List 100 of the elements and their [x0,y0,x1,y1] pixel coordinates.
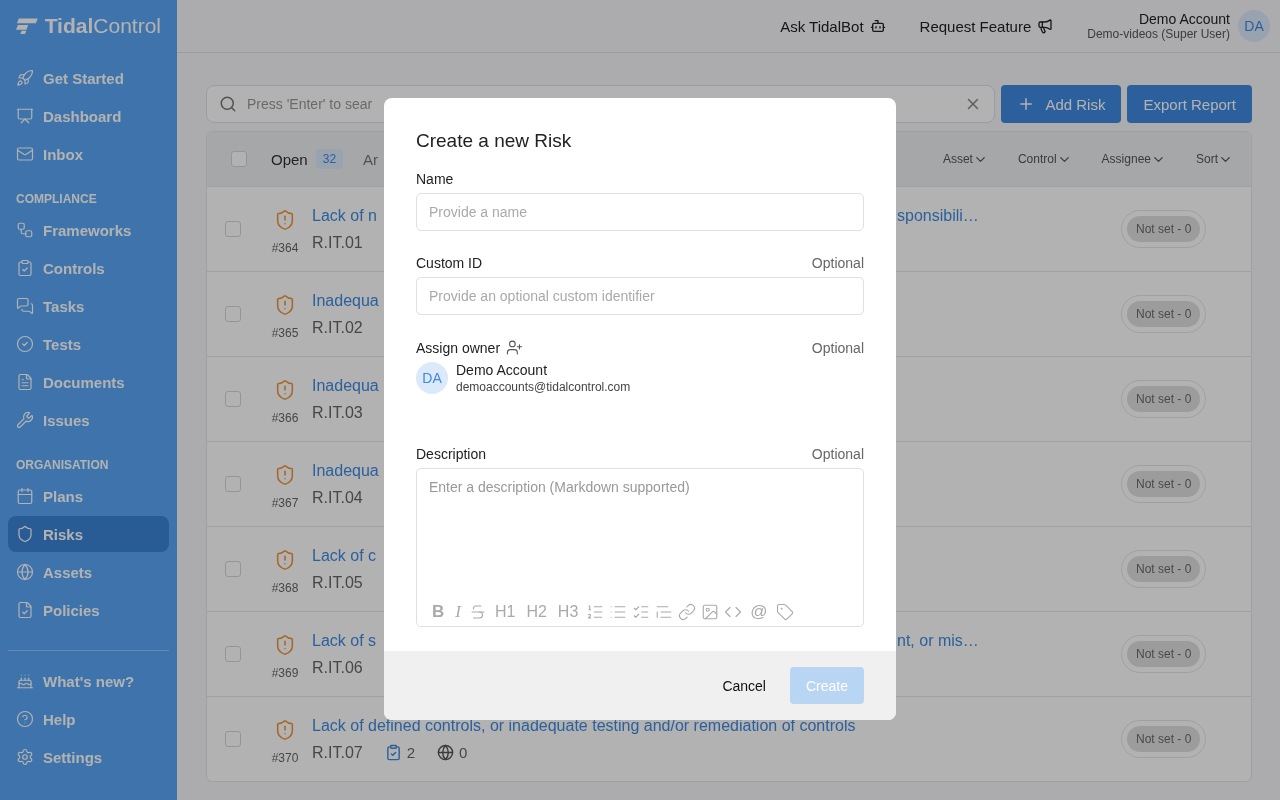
filter-tab[interactable]: Ar [363,150,379,168]
image-icon[interactable] [701,603,720,621]
filter-dropdown[interactable]: Sort [1196,151,1233,167]
risk-title[interactable]: Inadequa [312,461,385,480]
risk-title[interactable]: Inadequa [312,376,385,395]
checkbox[interactable] [225,221,241,237]
checkbox[interactable] [225,391,241,407]
status-pill[interactable]: Not set - 0 [1127,386,1201,412]
risk-title[interactable]: sponsibili… [897,206,1121,225]
globe-icon [437,744,455,761]
dialog-title: Create a new Risk [416,130,573,152]
workflow-icon [16,221,34,239]
mention-tool[interactable]: @ [747,602,771,622]
nav-item[interactable]: Policies [8,592,169,628]
section-heading: ORGANISATION [15,457,110,474]
heading-tool[interactable]: H3 [554,603,582,621]
field-label: Name [416,171,454,187]
risk-title[interactable]: Inadequa [312,291,385,310]
risk-number: #366 [271,411,299,425]
risk-number: #370 [271,751,299,765]
filter-dropdown[interactable]: Assignee [1101,151,1166,167]
custom-id-field[interactable]: Provide an optional custom identifier [416,277,864,315]
shield-icon [16,525,34,543]
bullet-list-icon[interactable] [609,603,628,621]
top-link[interactable]: Ask TidalBot [780,17,886,35]
shield-alert-icon [274,719,296,741]
bold-tool[interactable]: B [429,602,448,622]
nav-item[interactable]: Tasks [8,288,169,324]
presentation-icon [16,107,34,125]
nav-item[interactable]: Controls [8,250,169,286]
checkbox[interactable] [225,731,241,747]
search-icon [219,95,237,113]
mail-icon [16,145,34,163]
risk-title[interactable]: Lack of n [312,206,385,225]
description-editor[interactable]: Enter a description (Markdown supported) B I H1 H2 H3 @ [416,468,864,627]
risk-title[interactable]: Lack of s [312,631,385,650]
heading-tool[interactable]: H1 [491,603,519,621]
risk-title[interactable]: Lack of defined controls, or inadequate testing and/or remediation of controls [312,716,1121,735]
risk-number: #365 [271,326,299,340]
risk-title[interactable]: nt, or mis… [897,631,1121,650]
search-input[interactable]: Press 'Enter' to sear [245,95,957,113]
nav-item[interactable]: Risks [8,516,169,552]
nav-item[interactable]: What's new? [8,663,169,699]
status-pill[interactable]: Not set - 0 [1127,301,1201,327]
nav-item[interactable]: Get Started [8,60,169,96]
status-pill[interactable]: Not set - 0 [1127,471,1201,497]
checkbox[interactable] [231,151,247,167]
checkbox[interactable] [225,561,241,577]
calendar-icon [16,487,34,505]
shield-alert-icon [274,634,296,656]
owner-email: demoaccounts@tidalcontrol.com [456,380,631,394]
export-report-button[interactable]: Export Report [1127,85,1252,123]
optional-hint: Optional [811,339,864,356]
nav-item[interactable]: Assets [8,554,169,590]
quote-icon[interactable] [655,603,674,621]
task-list-icon[interactable] [632,603,651,621]
name-field[interactable]: Provide a name [416,193,864,231]
cake-icon [16,672,34,690]
status-pill[interactable]: Not set - 0 [1127,641,1201,667]
nav-item[interactable]: Frameworks [8,212,169,248]
top-link[interactable]: Request Feature [919,17,1054,35]
status-pill[interactable]: Not set - 0 [1127,556,1201,582]
risk-code: R.IT.04 [312,488,363,507]
user-plus-icon[interactable] [506,339,524,356]
owner-avatar: DA [416,362,448,394]
nav-item[interactable]: Tests [8,326,169,362]
robot-icon [869,18,886,34]
heading-tool[interactable]: H2 [523,603,550,621]
risk-number: #368 [271,581,299,595]
nav-item[interactable]: Settings [8,739,169,775]
user-avatar[interactable]: DA [1238,10,1270,42]
status-pill[interactable]: Not set - 0 [1127,726,1201,752]
nav-item[interactable]: Help [8,701,169,737]
link-icon[interactable] [678,603,697,621]
tag-icon[interactable] [775,603,794,621]
add-risk-button[interactable]: Add Risk [1001,85,1122,123]
filter-dropdown[interactable]: Asset [942,151,988,167]
user-name: Demo Account [1138,11,1230,27]
field-label: Assign owner [416,339,501,356]
filter-dropdown[interactable]: Control [1017,151,1072,167]
risk-code: R.IT.07 [312,743,363,762]
nav-item[interactable]: Inbox [8,136,169,172]
ordered-list-icon[interactable] [586,603,605,621]
risk-title[interactable]: Lack of c [312,546,385,565]
risk-number: #367 [271,496,299,510]
document-icon [16,373,34,391]
section-heading: COMPLIANCE [15,191,98,208]
status-pill[interactable]: Not set - 0 [1127,216,1201,242]
nav-item[interactable]: Issues [8,402,169,438]
chat-icon [16,297,34,315]
nav-item[interactable]: Documents [8,364,169,400]
globe-icon [16,563,34,581]
filter-tab[interactable]: Open 32 [271,149,344,169]
italic-tool[interactable]: I [452,602,464,622]
checkbox[interactable] [225,306,241,322]
nav-item[interactable]: Dashboard [8,98,169,134]
nav-item[interactable]: Plans [8,478,169,514]
cancel-button[interactable]: Cancel [714,669,774,702]
checkbox[interactable] [225,476,241,492]
checkbox[interactable] [225,646,241,662]
